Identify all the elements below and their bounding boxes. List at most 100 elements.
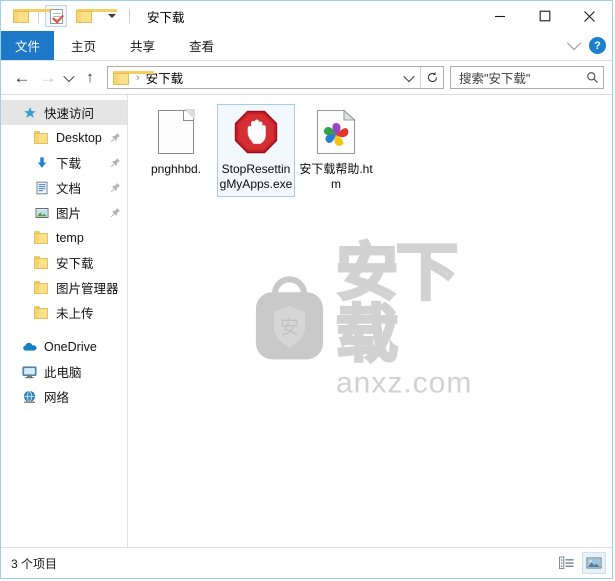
maximize-button[interactable] (522, 1, 567, 31)
star-icon (21, 104, 38, 121)
sidebar-item-label: 未上传 (56, 307, 94, 321)
search-box[interactable]: 搜索"安下载" (450, 66, 604, 89)
watermark-logo-icon: 安 (255, 275, 324, 359)
address-history-button[interactable] (398, 67, 420, 88)
sidebar-item-label: 网络 (44, 391, 70, 405)
tab-share[interactable]: 共享 (113, 31, 172, 60)
sidebar-item-label: 此电脑 (44, 366, 82, 380)
sidebar-item-network[interactable]: 网络 (1, 384, 127, 409)
ribbon-tab-bar: 文件 主页 共享 查看 ? (1, 31, 612, 61)
forward-button[interactable]: → (35, 65, 61, 91)
tab-file[interactable]: 文件 (1, 31, 55, 60)
folder-icon (33, 304, 50, 321)
details-view-icon (558, 556, 573, 570)
explorer-body: 快速访问 Desktop 下载 文档 图片 temp 安下载 图片管理器 未上传… (1, 94, 612, 547)
tab-view[interactable]: 查看 (172, 31, 231, 60)
sidebar-item-not-uploaded[interactable]: 未上传 (1, 300, 127, 325)
sidebar-item-quick-access[interactable]: 快速访问 (1, 100, 127, 125)
folder-icon (33, 279, 50, 296)
blank-document-icon (152, 108, 200, 156)
file-item[interactable]: StopResettingMyApps.exe (217, 104, 295, 197)
watermark: 安 安下载 anxz.com (249, 238, 491, 400)
sidebar-item-label: OneDrive (44, 339, 97, 354)
large-icons-view-button[interactable] (582, 552, 606, 574)
navigation-pane[interactable]: 快速访问 Desktop 下载 文档 图片 temp 安下载 图片管理器 未上传… (1, 95, 128, 547)
file-explorer-window: 安下载 文件 主页 共享 查看 ? ← → ↑ › 安下载 搜索"安下载" 快速… (0, 0, 613, 579)
watermark-brand: 安下载 (334, 238, 459, 370)
refresh-icon (427, 71, 437, 83)
file-name: pnghhbd. (150, 162, 202, 176)
status-bar: 3 个项目 (1, 547, 612, 578)
sidebar-item-picture-manager[interactable]: 图片管理器 (1, 275, 127, 300)
folder-icon (33, 129, 50, 146)
file-item[interactable]: pnghhbd. (137, 104, 215, 197)
pin-icon[interactable] (110, 207, 121, 218)
download-icon (33, 154, 50, 171)
documents-icon (33, 179, 50, 196)
sidebar-item-label: 文档 (56, 182, 82, 196)
new-folder-icon[interactable] (73, 5, 117, 27)
address-bar: ← → ↑ › 安下载 搜索"安下载" (1, 61, 612, 94)
close-button[interactable] (567, 1, 612, 31)
view-mode-buttons (554, 552, 606, 574)
pin-icon[interactable] (110, 132, 121, 143)
folder-icon[interactable] (10, 5, 54, 27)
chevron-down-icon (63, 70, 75, 82)
sidebar-item-pictures[interactable]: 图片 (1, 200, 127, 225)
file-name: StopResettingMyApps.exe (219, 162, 293, 191)
computer-icon (21, 363, 38, 380)
sidebar-item-documents[interactable]: 文档 (1, 175, 127, 200)
stop-sign-hand-icon (232, 108, 280, 156)
back-arrow-icon: ← (13, 68, 31, 87)
folder-icon (33, 229, 50, 246)
large-icons-view-icon (586, 557, 602, 569)
toolbar-divider-2 (129, 8, 130, 24)
item-count-label: 3 个项目 (11, 556, 58, 571)
sidebar-item-anxiazai[interactable]: 安下载 (1, 250, 127, 275)
up-arrow-icon: ↑ (86, 69, 94, 86)
icon-grid: pnghhbd. StopResettingMyApps.exe 安下载帮助.h… (128, 95, 612, 197)
window-title: 安下载 (147, 10, 185, 25)
address-field[interactable]: › 安下载 (107, 66, 444, 89)
sidebar-item-this-pc[interactable]: 此电脑 (1, 359, 127, 384)
search-input[interactable]: 搜索"安下载" (459, 68, 586, 87)
sidebar-item-label: 图片 (56, 207, 82, 221)
recent-locations-button[interactable] (61, 65, 77, 91)
back-button[interactable]: ← (9, 65, 35, 91)
window-controls (477, 1, 612, 31)
sidebar-item-downloads[interactable]: 下载 (1, 150, 127, 175)
watermark-domain: anxz.com (335, 366, 473, 400)
pin-icon[interactable] (110, 157, 121, 168)
sidebar-item-label: Desktop (56, 130, 102, 145)
ribbon-right-controls: ? (566, 31, 606, 60)
search-icon (587, 72, 598, 83)
browser-pinwheel-document-icon (312, 108, 360, 156)
up-button[interactable]: ↑ (77, 65, 103, 91)
sidebar-item-label: 图片管理器 (56, 282, 119, 296)
sidebar-item-temp[interactable]: temp (1, 225, 127, 250)
file-item[interactable]: 安下载帮助.htm (297, 104, 375, 197)
quick-access-toolbar: 安下载 (1, 5, 185, 27)
chevron-down-icon[interactable] (566, 35, 582, 50)
pictures-icon (33, 204, 50, 221)
sidebar-item-desktop[interactable]: Desktop (1, 125, 127, 150)
breadcrumb[interactable]: › 安下载 (108, 68, 186, 87)
details-view-button[interactable] (554, 552, 578, 574)
minimize-button[interactable] (477, 1, 522, 31)
network-icon (21, 388, 38, 405)
sidebar-item-onedrive[interactable]: OneDrive (1, 334, 127, 359)
sidebar-item-label: 快速访问 (44, 107, 95, 121)
cloud-icon (21, 338, 38, 355)
svg-text:安: 安 (280, 316, 299, 338)
refresh-button[interactable] (421, 67, 443, 88)
file-name: 安下载帮助.htm (299, 162, 373, 191)
folder-icon (33, 254, 50, 271)
help-icon[interactable]: ? (589, 37, 606, 54)
file-list-pane[interactable]: 安 安下载 anxz.com pnghhbd. StopResettingMyA… (128, 95, 612, 547)
forward-arrow-icon: → (39, 68, 57, 87)
folder-icon (113, 70, 154, 85)
pin-icon[interactable] (110, 182, 121, 193)
sidebar-item-label: 安下载 (56, 257, 94, 271)
tab-home[interactable]: 主页 (54, 31, 113, 60)
